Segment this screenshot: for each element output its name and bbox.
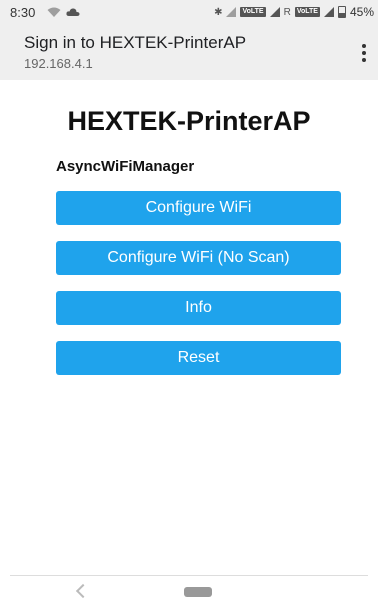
info-button[interactable]: Info bbox=[56, 291, 341, 325]
home-icon[interactable] bbox=[184, 587, 212, 597]
configure-wifi-button[interactable]: Configure WiFi bbox=[56, 191, 341, 225]
captive-portal-header: Sign in to HEXTEK-PrinterAP 192.168.4.1 bbox=[0, 26, 378, 80]
nav-bar-divider bbox=[10, 575, 368, 576]
status-bar: 8:30 ✱ VoLTE R VoLTE 45% bbox=[0, 0, 378, 26]
header-title: Sign in to HEXTEK-PrinterAP bbox=[24, 33, 247, 52]
status-time: 8:30 bbox=[10, 5, 36, 20]
volte-badge: VoLTE bbox=[240, 7, 266, 17]
page-subtitle: AsyncWiFiManager bbox=[56, 158, 195, 175]
battery-percent: 45% bbox=[349, 5, 374, 19]
page-title: HEXTEK-PrinterAP bbox=[67, 106, 311, 136]
configure-wifi-no-scan-button[interactable]: Configure WiFi (No Scan) bbox=[56, 241, 341, 275]
bluetooth-icon: ✱ bbox=[214, 6, 223, 18]
signal-bars-icon-2 bbox=[323, 7, 334, 17]
reset-button[interactable]: Reset bbox=[56, 341, 341, 375]
signal-icon bbox=[226, 7, 237, 17]
more-vert-icon[interactable] bbox=[362, 44, 366, 62]
signal-bars-icon bbox=[269, 7, 280, 17]
header-url: 192.168.4.1 bbox=[24, 56, 93, 71]
roaming-indicator: R bbox=[283, 6, 291, 18]
cloud-icon bbox=[66, 8, 80, 16]
wifi-icon bbox=[47, 7, 61, 17]
back-icon[interactable] bbox=[75, 583, 91, 598]
volte-badge-2: VoLTE bbox=[294, 7, 320, 17]
status-icons: ✱ VoLTE R VoLTE 45% bbox=[214, 5, 374, 19]
battery-icon bbox=[337, 6, 346, 18]
